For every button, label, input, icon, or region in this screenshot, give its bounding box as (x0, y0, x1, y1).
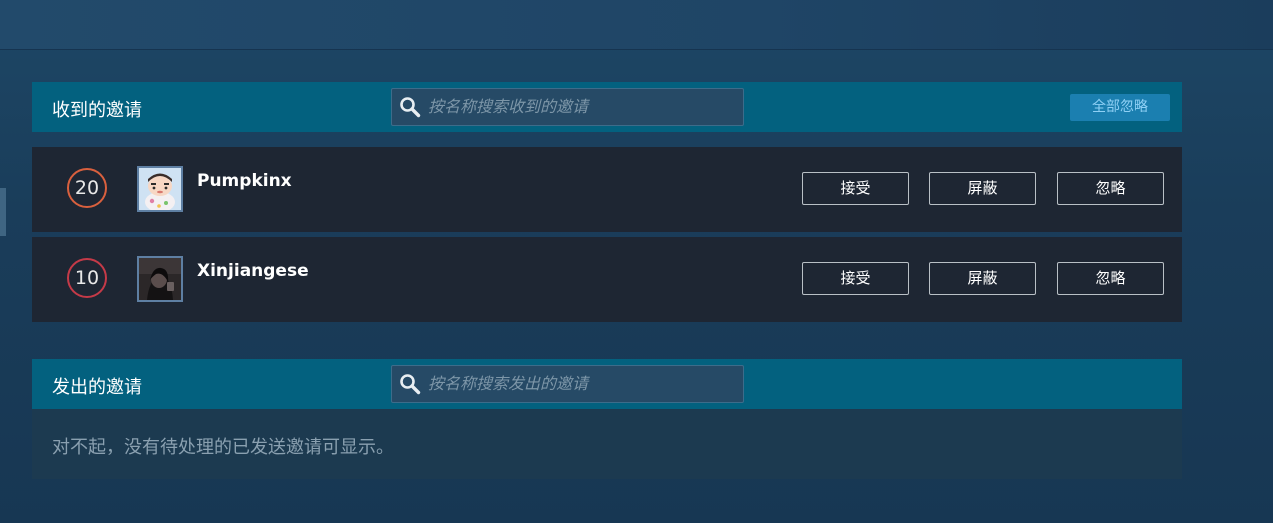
received-search-input[interactable] (428, 89, 734, 123)
sent-invites-empty-panel: 对不起，没有待处理的已发送邀请可显示。 (32, 409, 1182, 479)
invite-row: 20 Pumpkinx 接受 屏蔽 忽略 (32, 147, 1182, 232)
block-button[interactable]: 屏蔽 (929, 172, 1036, 205)
side-scroll-tab[interactable] (0, 188, 6, 236)
ignore-button[interactable]: 忽略 (1057, 262, 1164, 295)
sent-search-box[interactable] (391, 365, 744, 403)
search-icon (400, 97, 421, 118)
avatar[interactable] (137, 256, 183, 302)
received-invites-header: 收到的邀请 全部忽略 (32, 82, 1182, 132)
level-badge: 20 (67, 168, 107, 208)
received-search-box[interactable] (391, 88, 744, 126)
sent-invites-title: 发出的邀请 (52, 377, 142, 398)
sent-invites-header: 发出的邀请 (32, 359, 1182, 409)
top-banner (0, 0, 1273, 50)
invite-row: 10 Xinjiangese 接受 屏蔽 忽略 (32, 237, 1182, 322)
block-button[interactable]: 屏蔽 (929, 262, 1036, 295)
avatar[interactable] (137, 166, 183, 212)
level-badge: 10 (67, 258, 107, 298)
ignore-button[interactable]: 忽略 (1057, 172, 1164, 205)
avatar-dark-photo-icon (139, 258, 181, 300)
ignore-all-button[interactable]: 全部忽略 (1070, 94, 1170, 121)
sent-search-input[interactable] (428, 366, 734, 400)
accept-button[interactable]: 接受 (802, 262, 909, 295)
search-icon (400, 374, 421, 395)
empty-message: 对不起，没有待处理的已发送邀请可显示。 (52, 437, 394, 458)
player-name[interactable]: Xinjiangese (197, 261, 309, 281)
avatar-cartoon-icon (139, 168, 181, 210)
received-invites-title: 收到的邀请 (52, 100, 142, 121)
player-name[interactable]: Pumpkinx (197, 171, 292, 191)
accept-button[interactable]: 接受 (802, 172, 909, 205)
